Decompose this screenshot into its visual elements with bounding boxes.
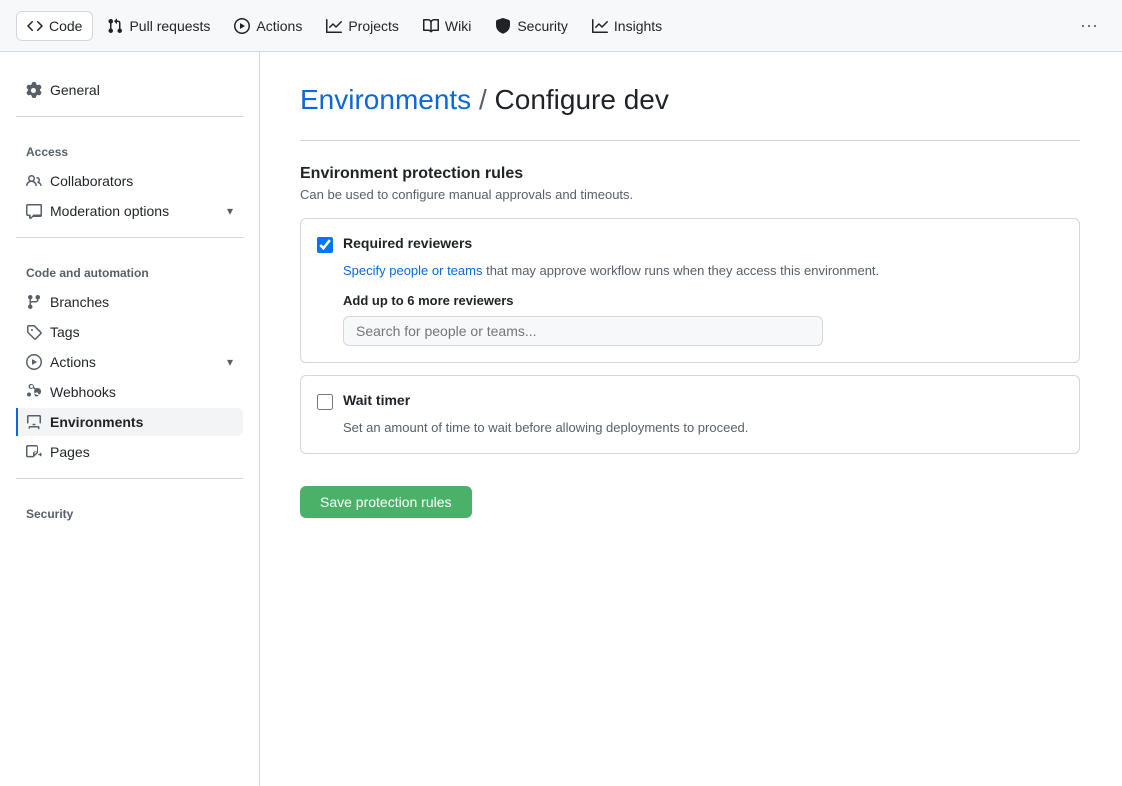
sidebar-item-webhooks[interactable]: Webhooks: [16, 378, 243, 406]
page-title: Environments / Configure dev: [300, 84, 1080, 116]
required-reviewers-desc: Specify people or teams that may approve…: [343, 261, 1063, 281]
top-navigation: Code Pull requests Actions Projects Wiki…: [0, 0, 1122, 52]
sidebar-item-pages[interactable]: Pages: [16, 438, 243, 466]
sidebar-item-tags[interactable]: Tags: [16, 318, 243, 346]
wait-timer-title: Wait timer: [343, 392, 410, 408]
required-reviewers-header: Required reviewers: [317, 235, 1063, 253]
wait-timer-checkbox[interactable]: [317, 394, 333, 410]
graph-icon: [592, 18, 608, 34]
sidebar-code-automation-section: Code and automation: [16, 250, 243, 288]
sidebar-actions-label: Actions: [50, 354, 219, 370]
branches-icon: [26, 294, 42, 310]
required-reviewers-desc-normal: that may approve workflow runs when they…: [482, 263, 879, 278]
shield-icon: [495, 18, 511, 34]
environments-icon: [26, 414, 42, 430]
required-reviewers-title: Required reviewers: [343, 235, 472, 251]
chevron-down-icon-actions: ▾: [227, 355, 233, 369]
nav-item-code[interactable]: Code: [16, 11, 93, 41]
sidebar-general-label: General: [50, 82, 233, 98]
book-icon: [423, 18, 439, 34]
nav-label-projects: Projects: [348, 18, 399, 34]
nav-item-wiki[interactable]: Wiki: [413, 12, 481, 40]
breadcrumb-current: Configure dev: [495, 84, 669, 115]
sidebar-access-section: Access: [16, 129, 243, 167]
nav-label-wiki: Wiki: [445, 18, 471, 34]
nav-item-pull-requests[interactable]: Pull requests: [97, 12, 220, 40]
more-options-button[interactable]: ···: [1072, 11, 1106, 40]
sidebar-item-actions[interactable]: Actions ▾: [16, 348, 243, 376]
nav-item-projects[interactable]: Projects: [316, 12, 409, 40]
sidebar-pages-label: Pages: [50, 444, 233, 460]
pages-icon: [26, 444, 42, 460]
sidebar-item-moderation[interactable]: Moderation options ▾: [16, 197, 243, 225]
nav-item-security[interactable]: Security: [485, 12, 578, 40]
chevron-down-icon: ▾: [227, 204, 233, 218]
sidebar-environments-label: Environments: [50, 414, 233, 430]
sidebar-item-collaborators[interactable]: Collaborators: [16, 167, 243, 195]
tag-icon: [26, 324, 42, 340]
add-reviewers-label: Add up to 6 more reviewers: [343, 293, 1063, 308]
wait-timer-desc-text: Set an amount of time to wait before all…: [343, 420, 748, 435]
required-reviewers-desc-link[interactable]: Specify people or teams: [343, 263, 482, 278]
sidebar-divider-1: [16, 116, 243, 117]
sidebar-tags-label: Tags: [50, 324, 233, 340]
protection-rules-title: Environment protection rules: [300, 165, 1080, 183]
sidebar-item-general[interactable]: General: [16, 76, 243, 104]
title-divider: [300, 140, 1080, 141]
sidebar-item-environments[interactable]: Environments: [16, 408, 243, 436]
actions-icon: [26, 354, 42, 370]
sidebar-moderation-label: Moderation options: [50, 203, 219, 219]
code-icon: [27, 18, 43, 34]
wait-timer-header: Wait timer: [317, 392, 1063, 410]
sidebar-collaborators-label: Collaborators: [50, 173, 233, 189]
sidebar-divider-2: [16, 237, 243, 238]
moderation-icon: [26, 203, 42, 219]
sidebar-security-section: Security: [16, 491, 243, 529]
breadcrumb-separator: /: [479, 84, 487, 115]
sidebar-branches-label: Branches: [50, 294, 233, 310]
reviewers-section: Add up to 6 more reviewers: [343, 293, 1063, 346]
sidebar-item-branches[interactable]: Branches: [16, 288, 243, 316]
pull-request-icon: [107, 18, 123, 34]
main-content: Environments / Configure dev Environment…: [260, 52, 1120, 786]
nav-item-insights[interactable]: Insights: [582, 12, 672, 40]
nav-label-actions: Actions: [256, 18, 302, 34]
nav-label-pull-requests: Pull requests: [129, 18, 210, 34]
projects-icon: [326, 18, 342, 34]
protection-rules-desc: Can be used to configure manual approval…: [300, 187, 1080, 202]
wait-timer-desc: Set an amount of time to wait before all…: [343, 418, 1063, 438]
nav-label-code: Code: [49, 18, 82, 34]
nav-label-insights: Insights: [614, 18, 662, 34]
breadcrumb-environments[interactable]: Environments: [300, 84, 471, 115]
required-reviewers-card: Required reviewers Specify people or tea…: [300, 218, 1080, 363]
nav-label-security: Security: [517, 18, 568, 34]
sidebar-divider-3: [16, 478, 243, 479]
play-icon: [234, 18, 250, 34]
save-protection-rules-button[interactable]: Save protection rules: [300, 486, 472, 518]
required-reviewers-checkbox[interactable]: [317, 237, 333, 253]
wait-timer-card: Wait timer Set an amount of time to wait…: [300, 375, 1080, 455]
page-layout: General Access Collaborators Moderation …: [0, 52, 1122, 786]
webhooks-icon: [26, 384, 42, 400]
gear-icon: [26, 82, 42, 98]
nav-item-actions[interactable]: Actions: [224, 12, 312, 40]
sidebar-webhooks-label: Webhooks: [50, 384, 233, 400]
sidebar: General Access Collaborators Moderation …: [0, 52, 260, 786]
search-reviewers-input[interactable]: [343, 316, 823, 346]
collaborators-icon: [26, 173, 42, 189]
